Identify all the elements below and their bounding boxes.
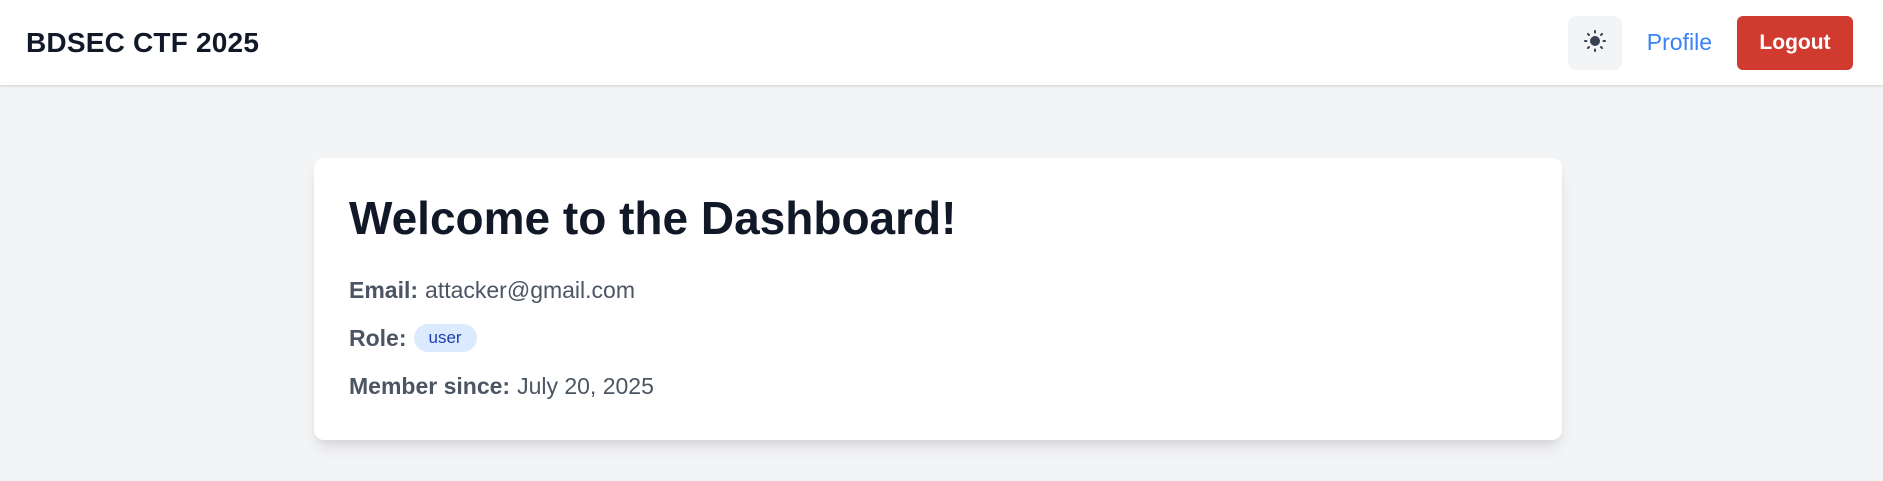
- top-navbar: BDSEC CTF 2025 Profile Logout: [0, 0, 1883, 85]
- role-badge: user: [413, 324, 477, 352]
- sun-icon: [1583, 29, 1607, 56]
- member-since-value: July 20, 2025: [517, 372, 654, 399]
- member-since-label: Member since:: [349, 372, 511, 399]
- theme-toggle-button[interactable]: [1567, 15, 1622, 70]
- role-row: Role: user: [349, 322, 1527, 354]
- role-label: Role:: [349, 324, 407, 351]
- logout-button[interactable]: Logout: [1737, 15, 1853, 70]
- member-since-row: Member since: July 20, 2025: [349, 370, 1527, 402]
- page-title: Welcome to the Dashboard!: [349, 192, 957, 244]
- email-label: Email:: [349, 276, 419, 303]
- email-row: Email: attacker@gmail.com: [349, 274, 1527, 306]
- nav-actions: Profile Logout: [1567, 15, 1857, 70]
- brand-title[interactable]: BDSEC CTF 2025: [26, 27, 259, 59]
- email-value: attacker@gmail.com: [425, 276, 635, 303]
- dashboard-card: Welcome to the Dashboard! Email: attacke…: [314, 158, 1562, 440]
- profile-link[interactable]: Profile: [1647, 29, 1712, 56]
